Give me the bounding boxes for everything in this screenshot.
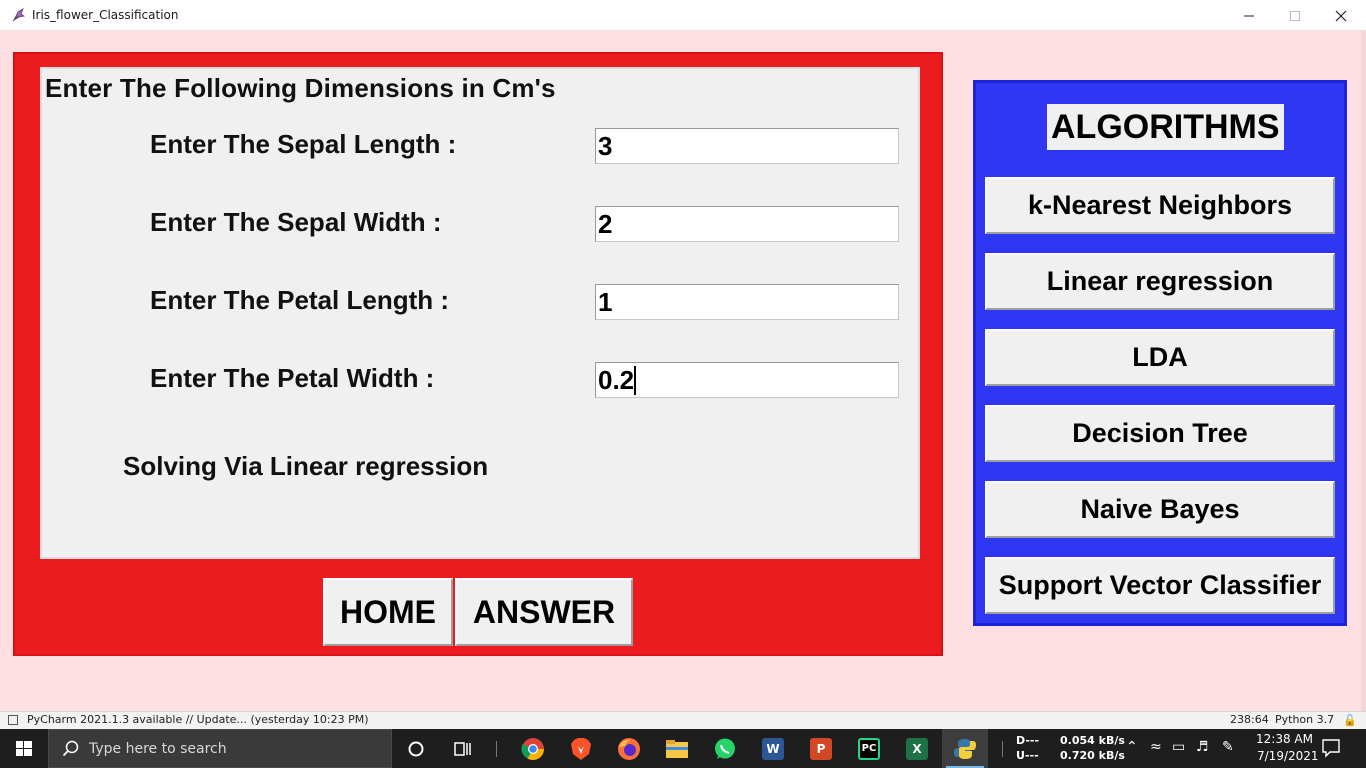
task-view-button[interactable]: [440, 729, 486, 768]
taskbar-search[interactable]: Type here to search: [48, 729, 392, 768]
notification-center-icon: [1322, 739, 1340, 758]
minimize-icon: [1244, 15, 1254, 17]
file-explorer-icon: [666, 739, 688, 758]
answer-button[interactable]: ANSWER: [455, 578, 633, 646]
whatsapp-button[interactable]: [702, 729, 748, 768]
volume-icon[interactable]: ♬: [1196, 739, 1209, 755]
cortana-button[interactable]: [393, 729, 439, 768]
python-feather-icon: [12, 8, 26, 22]
maximize-button[interactable]: [1272, 0, 1318, 31]
sepal-length-input[interactable]: [595, 128, 899, 164]
taskbar: Type here to search W P PC X D--- U--- 0…: [0, 729, 1366, 768]
naive-bayes-button[interactable]: Naive Bayes: [985, 481, 1335, 538]
brave-icon: [571, 737, 591, 760]
notifications-button[interactable]: [1320, 738, 1342, 758]
pen-icon[interactable]: ✎: [1222, 739, 1234, 755]
whatsapp-icon: [715, 738, 735, 759]
clock-date[interactable]: 7/19/2021: [1257, 749, 1319, 763]
battery-icon[interactable]: ▭: [1172, 739, 1185, 755]
excel-icon: X: [906, 737, 928, 760]
window-edge: [1361, 31, 1366, 711]
form-heading: Enter The Following Dimensions in Cm's: [45, 73, 556, 103]
pycharm-icon: PC: [858, 737, 880, 760]
petal-length-label: Enter The Petal Length :: [150, 285, 450, 315]
sepal-length-label: Enter The Sepal Length :: [150, 129, 457, 159]
petal-width-input[interactable]: [595, 362, 899, 398]
wifi-icon[interactable]: ≈: [1150, 739, 1162, 755]
petal-width-label: Enter The Petal Width :: [150, 363, 435, 393]
maximize-icon: [1290, 11, 1300, 21]
sepal-width-label: Enter The Sepal Width :: [150, 207, 442, 237]
firefox-button[interactable]: [606, 729, 652, 768]
lda-button[interactable]: LDA: [985, 329, 1335, 386]
firefox-icon: [618, 737, 640, 760]
powerpoint-button[interactable]: P: [798, 729, 844, 768]
minimize-button[interactable]: [1226, 0, 1272, 31]
search-icon: [62, 740, 79, 757]
word-button[interactable]: W: [750, 729, 796, 768]
clock-time[interactable]: 12:38 AM: [1256, 732, 1313, 746]
algorithm-status: Solving Via Linear regression: [123, 451, 489, 481]
net-up-speed: 0.720 kB/s: [1060, 749, 1125, 762]
update-notice[interactable]: PyCharm 2021.1.3 available // Update... …: [27, 713, 369, 726]
home-button[interactable]: HOME: [323, 578, 453, 646]
algorithms-heading: ALGORITHMS: [1047, 104, 1284, 150]
net-down-label: D---: [1016, 734, 1040, 747]
python-icon: [954, 738, 976, 759]
close-button[interactable]: [1318, 0, 1364, 31]
search-placeholder: Type here to search: [89, 741, 227, 757]
powerpoint-icon: P: [810, 737, 832, 760]
text-caret: [634, 366, 636, 395]
start-button[interactable]: [0, 729, 48, 768]
cursor-position[interactable]: 238:64: [1230, 713, 1269, 726]
input-panel: Enter The Following Dimensions in Cm's E…: [13, 52, 943, 656]
taskbar-separator: [496, 741, 497, 757]
sepal-width-input[interactable]: [595, 206, 899, 242]
window-title: Iris_flower_Classification: [32, 8, 179, 22]
task-view-icon: [454, 741, 471, 756]
title-bar: Iris_flower_Classification: [0, 0, 1366, 31]
chrome-button[interactable]: [510, 729, 556, 768]
decision-tree-button[interactable]: Decision Tree: [985, 405, 1335, 462]
algorithms-panel: ALGORITHMS k-Nearest Neighbors Linear re…: [973, 80, 1347, 626]
brave-button[interactable]: [558, 729, 604, 768]
knn-button[interactable]: k-Nearest Neighbors: [985, 177, 1335, 234]
python-interpreter[interactable]: Python 3.7: [1275, 713, 1334, 726]
pycharm-button[interactable]: PC: [846, 729, 892, 768]
cortana-icon: [408, 741, 424, 756]
chevron-up-icon[interactable]: ⌃: [1126, 739, 1138, 755]
net-down-speed: 0.054 kB/s: [1060, 734, 1125, 747]
chrome-icon: [521, 737, 544, 760]
python-app-button[interactable]: [942, 729, 988, 768]
ide-status-bar: PyCharm 2021.1.3 available // Update... …: [0, 711, 1366, 729]
svc-button[interactable]: Support Vector Classifier: [985, 557, 1335, 614]
linear-regression-button[interactable]: Linear regression: [985, 253, 1335, 310]
net-up-label: U---: [1016, 749, 1039, 762]
close-icon: [1335, 10, 1347, 22]
taskbar-separator: [1002, 741, 1003, 757]
lock-icon[interactable]: 🔓: [1343, 714, 1357, 727]
word-icon: W: [762, 737, 784, 760]
file-explorer-button[interactable]: [654, 729, 700, 768]
windows-logo-icon: [16, 741, 32, 756]
excel-button[interactable]: X: [894, 729, 940, 768]
dimensions-form: Enter The Following Dimensions in Cm's E…: [40, 67, 920, 559]
petal-length-input[interactable]: [595, 284, 899, 320]
notification-icon[interactable]: [8, 715, 18, 725]
